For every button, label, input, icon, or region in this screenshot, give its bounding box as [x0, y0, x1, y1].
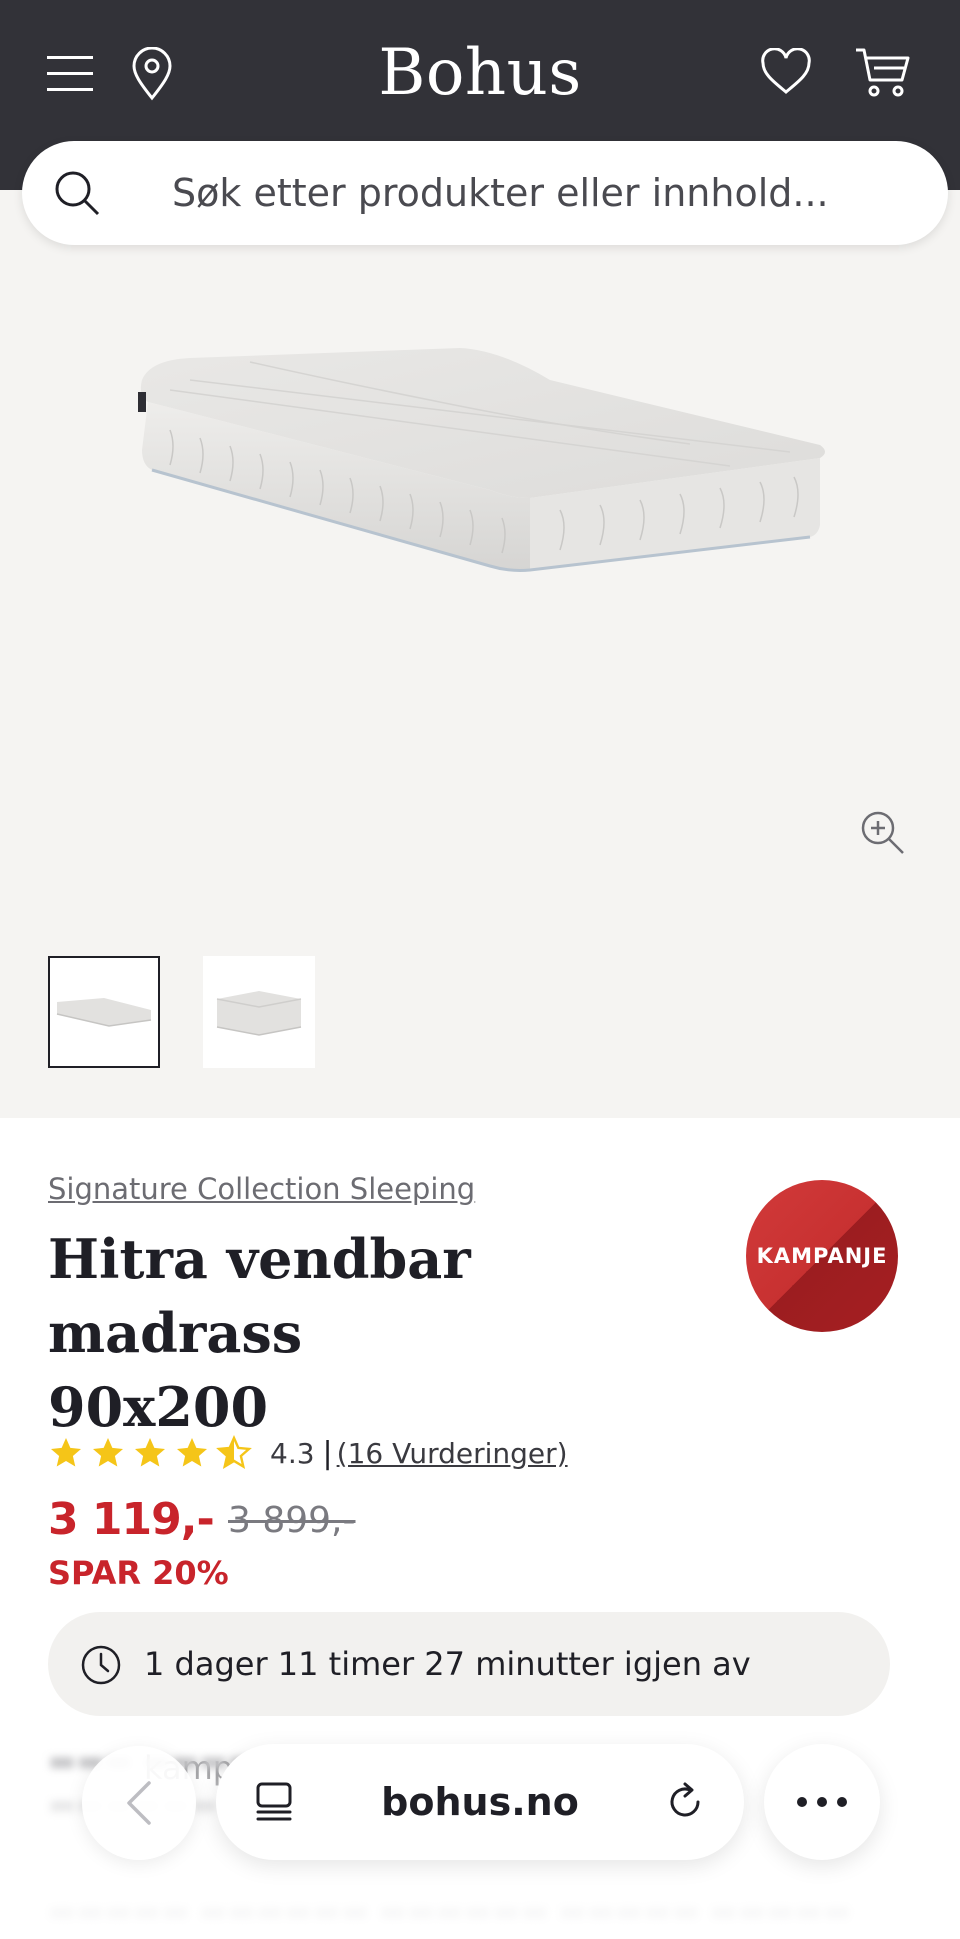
campaign-badge: KAMPANJE [746, 1180, 898, 1332]
half-star-icon [216, 1435, 252, 1469]
clock-icon [81, 1645, 121, 1685]
zoom-in-icon [861, 811, 904, 854]
star-icon [177, 1438, 207, 1467]
site-logo[interactable]: Bohus [0, 36, 960, 110]
search-bar[interactable] [22, 141, 948, 245]
wishlist-button[interactable] [756, 42, 816, 102]
mattress-thumb-2[interactable] [203, 956, 315, 1068]
star-icon [93, 1438, 123, 1467]
current-price: 3 119,- [48, 1494, 215, 1545]
product-title: Hitra vendbar madrass 90x200 [48, 1222, 688, 1444]
more-icon [797, 1797, 847, 1807]
reviews-link[interactable]: (16 Vurderinger) [337, 1437, 568, 1470]
rating-separator: | [322, 1435, 333, 1471]
rating-value: 4.3 [270, 1436, 315, 1470]
old-price: 3 899,- [228, 1500, 356, 1541]
cart-icon [856, 48, 910, 97]
product-gallery [0, 190, 960, 1118]
star-icon [135, 1438, 165, 1467]
mattress-thumb-1[interactable] [48, 956, 160, 1068]
heart-icon [761, 48, 811, 94]
browser-more-button[interactable] [764, 1744, 880, 1860]
reload-icon[interactable] [664, 1780, 708, 1824]
address-bar[interactable]: bohus.no [216, 1744, 744, 1860]
search-input[interactable] [172, 141, 912, 245]
cart-button[interactable] [848, 42, 918, 102]
back-icon [127, 1781, 151, 1825]
browser-back-button[interactable] [82, 1746, 196, 1860]
brand-link[interactable]: Signature Collection Sleeping [48, 1172, 475, 1206]
zoom-button[interactable] [858, 808, 908, 858]
discount-label: SPAR 20% [48, 1554, 229, 1592]
mattress-image[interactable] [130, 340, 830, 600]
product-title-line1: Hitra vendbar madrass [48, 1227, 471, 1365]
search-icon [55, 171, 100, 216]
rating-row: 4.3 | (16 Vurderinger) [48, 1430, 568, 1476]
star-icon [51, 1438, 81, 1467]
star-rating [48, 1435, 252, 1471]
campaign-countdown: 1 dager 11 timer 27 minutter igjen av ka… [48, 1612, 890, 1787]
